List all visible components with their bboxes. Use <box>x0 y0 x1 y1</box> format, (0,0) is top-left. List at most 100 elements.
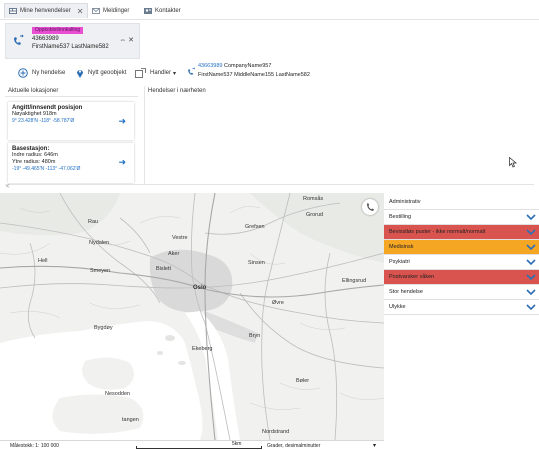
map-label: Bislett <box>156 266 171 272</box>
chevron-down-icon[interactable] <box>526 213 536 221</box>
category-item[interactable]: Medisinsk <box>384 240 539 255</box>
call-card[interactable]: Oppkoblet/innkalling 43663989 FirstName5… <box>5 23 140 59</box>
map-label: Grorud <box>306 212 324 218</box>
chevron-down-icon[interactable]: ▾ <box>373 442 376 449</box>
tab-meldinger[interactable]: Meldinger <box>88 3 133 18</box>
category-item[interactable]: Postvarsker våken <box>384 270 539 285</box>
category-label: Stor hendelse <box>389 289 423 295</box>
tab-label: Mine henvendelser <box>20 8 71 14</box>
category-item[interactable]: Stor hendelse <box>384 285 539 300</box>
map-label: Romsås <box>303 196 324 202</box>
actions-icon <box>135 68 146 78</box>
locations-panel: Aktuelle lokasjoner Angitt/innsendt posi… <box>5 86 138 184</box>
category-label: Bevisstløs puster - ikke normalt/normalt <box>389 229 486 235</box>
map-label: Nesodden <box>105 391 131 397</box>
coord-format-select[interactable]: Grader, desimalminutter <box>267 443 320 449</box>
chevron-down-icon[interactable] <box>526 243 536 251</box>
location-coords: -19° -49.465'N -113° -47.062'Ø <box>12 166 81 172</box>
category-item[interactable]: Bevisstløs puster - ikke normalt/normalt <box>384 225 539 240</box>
toolbar: Ny hendelse Nytt geoobjekt Handler ▾ 436… <box>0 60 539 86</box>
chevron-down-icon[interactable] <box>526 258 536 266</box>
active-call-name: FirstName537 MiddleName155 LastName582 <box>198 72 310 78</box>
map-label: Rau <box>88 219 99 225</box>
category-item[interactable]: Ulykke <box>384 300 539 315</box>
location-detail: Ytre radius: 480m <box>12 159 56 165</box>
location-card-reported[interactable]: Angitt/innsendt posisjon Nøyaktighet 918… <box>8 102 134 140</box>
chevron-down-icon: ▾ <box>173 70 177 77</box>
tab-kontakter[interactable]: Kontakter <box>140 3 185 18</box>
call-card-controls[interactable]: ⇔ ✕ <box>119 36 134 44</box>
category-label: Medisinsk <box>389 244 414 250</box>
location-detail: Indre radius: 646m <box>12 152 58 158</box>
new-geoobject-button[interactable]: Nytt geoobjekt <box>76 65 126 81</box>
map-label: Bøler <box>296 378 310 384</box>
horizontal-scrollbar[interactable]: < <box>5 184 534 191</box>
location-card-basestation[interactable]: Basestasjon: Indre radius: 646m Ytre rad… <box>8 143 134 183</box>
scale-label: Målestokk: 1: 100 000 <box>10 443 59 449</box>
grid-icon <box>9 8 17 14</box>
map-label: Oslo <box>193 285 207 291</box>
location-detail: Nøyaktighet 918m <box>12 111 57 117</box>
contacts-icon <box>144 7 152 14</box>
caller-name: FirstName537 LastName582 <box>32 44 109 50</box>
phone-transfer-icon <box>188 67 196 75</box>
new-geoobject-label: Nytt geoobjekt <box>88 70 127 76</box>
new-incident-button[interactable]: Ny hendelse <box>18 65 65 81</box>
actions-dropdown[interactable]: Handler ▾ <box>135 65 176 81</box>
chevron-down-icon[interactable] <box>526 228 536 236</box>
scale-bar <box>136 446 262 449</box>
phone-transfer-icon <box>11 34 25 50</box>
map-label: tangen <box>122 417 139 423</box>
active-call-number[interactable]: 43663989 <box>198 63 222 69</box>
arrow-right-icon[interactable]: ➜ <box>118 157 126 168</box>
map-label: Ellingsrud <box>342 278 367 284</box>
tab-label: Meldinger <box>103 7 130 14</box>
nearby-incidents-panel: Hendelser i nærheten <box>144 86 278 184</box>
map-label: Bygdøy <box>94 325 113 331</box>
map-label: Ekeberg <box>192 346 213 352</box>
map-label: Sinsen <box>248 260 265 266</box>
map-label: Nordstrand <box>262 429 290 435</box>
arrow-right-icon[interactable]: ➜ <box>118 116 126 127</box>
chevron-left-icon[interactable]: < <box>6 184 10 190</box>
map-label: Hell <box>38 258 48 264</box>
mouse-cursor-icon <box>509 156 517 170</box>
tab-label: Kontakter <box>155 7 181 14</box>
category-label: Administrativ <box>389 199 421 205</box>
chevron-down-icon[interactable] <box>526 303 536 311</box>
active-call-company: CompanyName957 <box>224 63 272 69</box>
category-item[interactable]: Bestilling <box>384 210 539 225</box>
nearby-header: Hendelser i nærheten <box>148 88 206 94</box>
category-label: Psykiatri <box>389 259 410 265</box>
map-pin-icon <box>77 70 83 78</box>
close-icon[interactable]: ✕ <box>77 7 84 16</box>
map-phone-button[interactable] <box>362 199 378 215</box>
new-incident-label: Ny hendelse <box>32 70 66 76</box>
map-label: Smeyen <box>90 268 111 274</box>
location-coords: 9° 23.428'N -118° -58.787'Ø <box>12 118 75 124</box>
map-label: Vestre <box>172 235 188 241</box>
locations-header: Aktuelle lokasjoner <box>5 86 138 97</box>
category-item[interactable]: Psykiatri <box>384 255 539 270</box>
category-label: Postvarsker våken <box>389 274 435 280</box>
chevron-down-icon[interactable] <box>526 288 536 296</box>
tab-mine-henvendelser[interactable]: Mine henvendelser ✕ <box>4 3 89 18</box>
caller-number: 43663989 <box>32 36 59 42</box>
map-view[interactable]: Rau Romsås Grorud Grefsen Vestre Aker Ny… <box>0 193 384 440</box>
chevron-down-icon[interactable] <box>526 273 536 281</box>
scale-km: 5km <box>232 441 242 447</box>
map-label: Grefsen <box>245 224 265 230</box>
map-status-bar: Målestokk: 1: 100 000 5km Grader, desima… <box>0 440 384 450</box>
map-label: Nydalen <box>89 240 110 246</box>
category-list: Administrativ Bestilling Bevisstløs puster… <box>384 195 539 315</box>
plus-circle-icon <box>18 68 28 78</box>
map-label: Bryn <box>249 333 261 339</box>
category-label: Ulykke <box>389 304 406 310</box>
phone-icon <box>367 203 374 211</box>
category-item[interactable]: Administrativ <box>384 195 539 210</box>
map-label: Øvre <box>272 300 284 306</box>
category-label: Bestilling <box>389 214 412 220</box>
tab-bar: Mine henvendelser ✕ Meldinger Kontakter <box>0 0 539 20</box>
actions-label: Handler <box>150 70 172 76</box>
map-label: Aker <box>168 251 180 257</box>
